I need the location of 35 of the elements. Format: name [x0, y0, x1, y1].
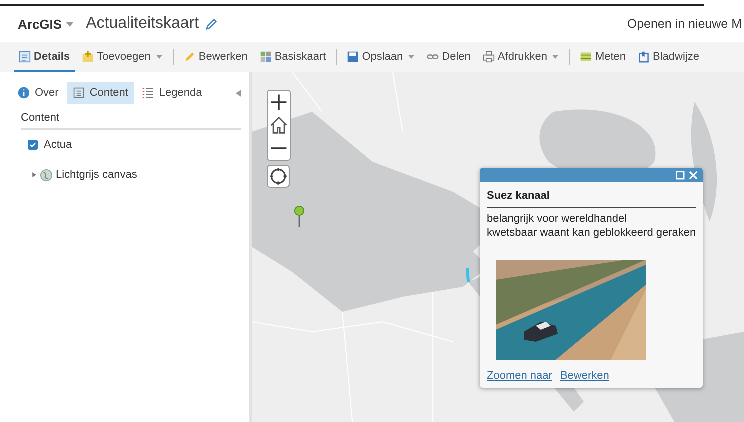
layer-label: Actua [44, 139, 72, 151]
bookmark-icon [638, 51, 650, 63]
save-icon [347, 51, 360, 63]
pencil-icon [184, 51, 196, 63]
list-icon [142, 87, 154, 99]
toolbar-button[interactable]: Bewerken [178, 42, 253, 72]
grid-icon [260, 51, 272, 63]
sidebar-tab[interactable]: Content [66, 82, 134, 104]
toolbar-button[interactable]: Details [14, 42, 76, 72]
document-icon [19, 51, 31, 63]
globe-icon [40, 168, 53, 182]
toolbar-button[interactable]: Bladwijze [633, 42, 704, 72]
layer-checkbox[interactable] [28, 140, 38, 150]
printer-icon [482, 51, 495, 63]
expand-icon[interactable] [32, 172, 37, 178]
toolbar-button[interactable]: Opslaan [342, 42, 420, 72]
app-menu[interactable]: ArcGIS [18, 16, 74, 32]
sidebar-tab[interactable]: Over [9, 82, 65, 104]
sidebar-tab[interactable]: Legenda [136, 82, 208, 104]
ruler-icon [580, 51, 592, 63]
collapse-icon[interactable] [236, 90, 241, 96]
pencil-icon[interactable] [205, 18, 218, 30]
open-link[interactable]: Openen in nieuwe M [627, 17, 742, 31]
document-icon [72, 87, 85, 99]
section-heading: Content [21, 104, 241, 130]
map-title: Actualiteitskaart [86, 15, 200, 33]
caret-icon [66, 22, 74, 26]
toolbar-button[interactable]: Basiskaart [254, 42, 332, 72]
toolbar-button[interactable]: Meten [575, 42, 632, 72]
layer-label: Lichtgrijs canvas [56, 169, 138, 181]
info-icon [18, 87, 30, 99]
folder-plus-icon [82, 51, 94, 63]
toolbar-button[interactable]: Delen [422, 42, 476, 72]
toolbar-button[interactable]: Afdrukken [478, 42, 564, 72]
toolbar-button[interactable]: Toevoegen [77, 42, 168, 72]
